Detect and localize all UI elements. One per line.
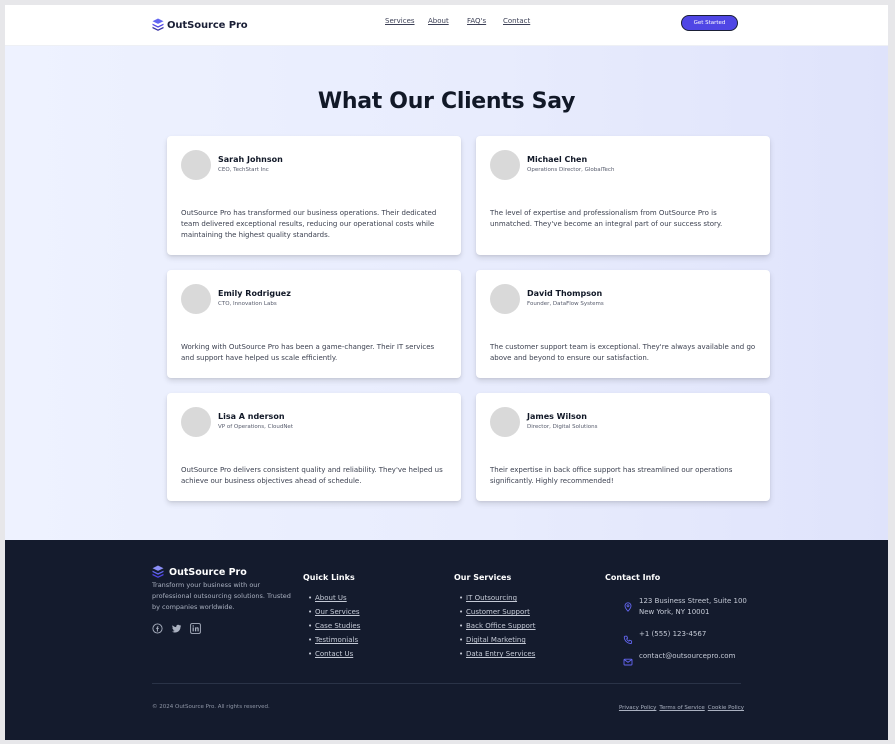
site-header: OutSource Pro Services About FAQ's Conta… — [5, 5, 888, 46]
get-started-button[interactable]: Get Started — [681, 15, 738, 31]
legal-links: Privacy Policy Terms of Service Cookie P… — [619, 705, 744, 711]
social-links — [152, 619, 201, 634]
list-item: Testimonials — [308, 633, 360, 647]
testimonial-card: Michael Chen Operations Director, Global… — [476, 136, 770, 255]
footer-link-case-studies[interactable]: Case Studies — [315, 622, 360, 630]
footer-link-digital-marketing[interactable]: Digital Marketing — [466, 636, 526, 644]
page-frame: OutSource Pro Services About FAQ's Conta… — [5, 5, 888, 740]
client-quote: Working with OutSource Pro has been a ga… — [181, 343, 435, 362]
contact-column: Contact Info — [605, 573, 660, 591]
quick-links-column: Quick Links About Us Our Services Case S… — [303, 573, 360, 661]
nav-contact-link[interactable]: Contact — [503, 17, 530, 25]
list-item: Data Entry Services — [459, 647, 536, 661]
list-item: Back Office Support — [459, 619, 536, 633]
footer-link-back-office[interactable]: Back Office Support — [466, 622, 536, 630]
client-name: Emily Rodriguez — [218, 289, 291, 298]
cookie-policy-link[interactable]: Cookie Policy — [708, 705, 744, 711]
avatar — [490, 150, 520, 180]
testimonial-card: James Wilson Director, Digital Solutions… — [476, 393, 770, 501]
email-address[interactable]: contact@outsourcepro.com — [639, 651, 735, 662]
client-quote: OutSource Pro has transformed our busine… — [181, 209, 437, 239]
section-title: What Our Clients Say — [317, 89, 576, 114]
client-role: Director, Digital Solutions — [527, 424, 598, 430]
client-role: Founder, DataFlow Systems — [527, 301, 604, 307]
mail-icon — [623, 652, 633, 666]
footer-description: Transform your business with our profess… — [152, 581, 291, 611]
phone-number[interactable]: +1 (555) 123-4567 — [639, 629, 706, 640]
linkedin-icon[interactable] — [190, 619, 201, 634]
footer-link-contact-us[interactable]: Contact Us — [315, 650, 353, 658]
avatar — [181, 284, 211, 314]
contact-email: contact@outsourcepro.com — [623, 651, 735, 666]
client-quote: The customer support team is exceptional… — [490, 343, 756, 362]
privacy-policy-link[interactable]: Privacy Policy — [619, 705, 656, 711]
client-role: VP of Operations, CloudNet — [218, 424, 293, 430]
nav-services-link[interactable]: Services — [385, 17, 415, 25]
client-name: Michael Chen — [527, 155, 588, 164]
list-item: Digital Marketing — [459, 633, 536, 647]
brand-name: OutSource Pro — [167, 20, 248, 31]
list-item: About Us — [308, 591, 360, 605]
footer-link-about-us[interactable]: About Us — [315, 594, 347, 602]
nav-faq-link[interactable]: FAQ's — [467, 17, 486, 25]
contact-title: Contact Info — [605, 573, 661, 582]
client-quote: Their expertise in back office support h… — [490, 466, 733, 485]
testimonial-card: David Thompson Founder, DataFlow Systems… — [476, 270, 770, 378]
list-item: Customer Support — [459, 605, 536, 619]
services-column: Our Services IT Outsourcing Customer Sup… — [454, 573, 536, 661]
testimonial-card: Sarah Johnson CEO, TechStart Inc OutSour… — [167, 136, 461, 255]
nav-about-link[interactable]: About — [428, 17, 449, 25]
services-title: Our Services — [454, 573, 512, 582]
phone-icon — [623, 630, 633, 644]
contact-phone: +1 (555) 123-4567 — [623, 629, 706, 644]
avatar — [490, 284, 520, 314]
client-role: CTO, Innovation Labs — [218, 301, 277, 307]
client-role: Operations Director, GlobalTech — [527, 167, 615, 173]
client-name: Lisa A nderson — [218, 412, 285, 421]
avatar — [181, 150, 211, 180]
client-quote: OutSource Pro delivers consistent qualit… — [181, 466, 443, 485]
footer-link-it-outsourcing[interactable]: IT Outsourcing — [466, 594, 517, 602]
footer-link-testimonials[interactable]: Testimonials — [315, 636, 358, 644]
footer-link-data-entry[interactable]: Data Entry Services — [466, 650, 535, 658]
list-item: Contact Us — [308, 647, 360, 661]
list-item: IT Outsourcing — [459, 591, 536, 605]
layers-icon — [152, 16, 164, 35]
brand-logo[interactable]: OutSource Pro — [152, 16, 248, 35]
contact-address: 123 Business Street, Suite 100 New York,… — [623, 596, 747, 618]
quick-links-title: Quick Links — [303, 573, 355, 582]
terms-of-service-link[interactable]: Terms of Service — [659, 705, 704, 711]
site-footer: OutSource Pro Transform your business wi… — [5, 540, 888, 740]
address-line-1: 123 Business Street, Suite 100 — [639, 597, 747, 605]
client-name: David Thompson — [527, 289, 603, 298]
footer-brand-name: OutSource Pro — [169, 567, 247, 578]
testimonial-card: Emily Rodriguez CTO, Innovation Labs Wor… — [167, 270, 461, 378]
testimonials-section: What Our Clients Say Sarah Johnson CEO, … — [5, 46, 888, 540]
client-role: CEO, TechStart Inc — [218, 167, 269, 173]
avatar — [490, 407, 520, 437]
footer-divider — [152, 683, 741, 684]
list-item: Our Services — [308, 605, 360, 619]
copyright-text: © 2024 OutSource Pro. All rights reserve… — [152, 704, 270, 710]
client-name: James Wilson — [527, 412, 587, 421]
list-item: Case Studies — [308, 619, 360, 633]
footer-link-our-services[interactable]: Our Services — [315, 608, 360, 616]
client-name: Sarah Johnson — [218, 155, 283, 164]
testimonial-card: Lisa A nderson VP of Operations, CloudNe… — [167, 393, 461, 501]
address-line-2: New York, NY 10001 — [639, 608, 710, 616]
facebook-icon[interactable] — [152, 619, 163, 634]
client-quote: The level of expertise and professionali… — [490, 209, 723, 228]
footer-link-customer-support[interactable]: Customer Support — [466, 608, 530, 616]
map-pin-icon — [623, 597, 633, 612]
avatar — [181, 407, 211, 437]
twitter-icon[interactable] — [171, 619, 182, 633]
